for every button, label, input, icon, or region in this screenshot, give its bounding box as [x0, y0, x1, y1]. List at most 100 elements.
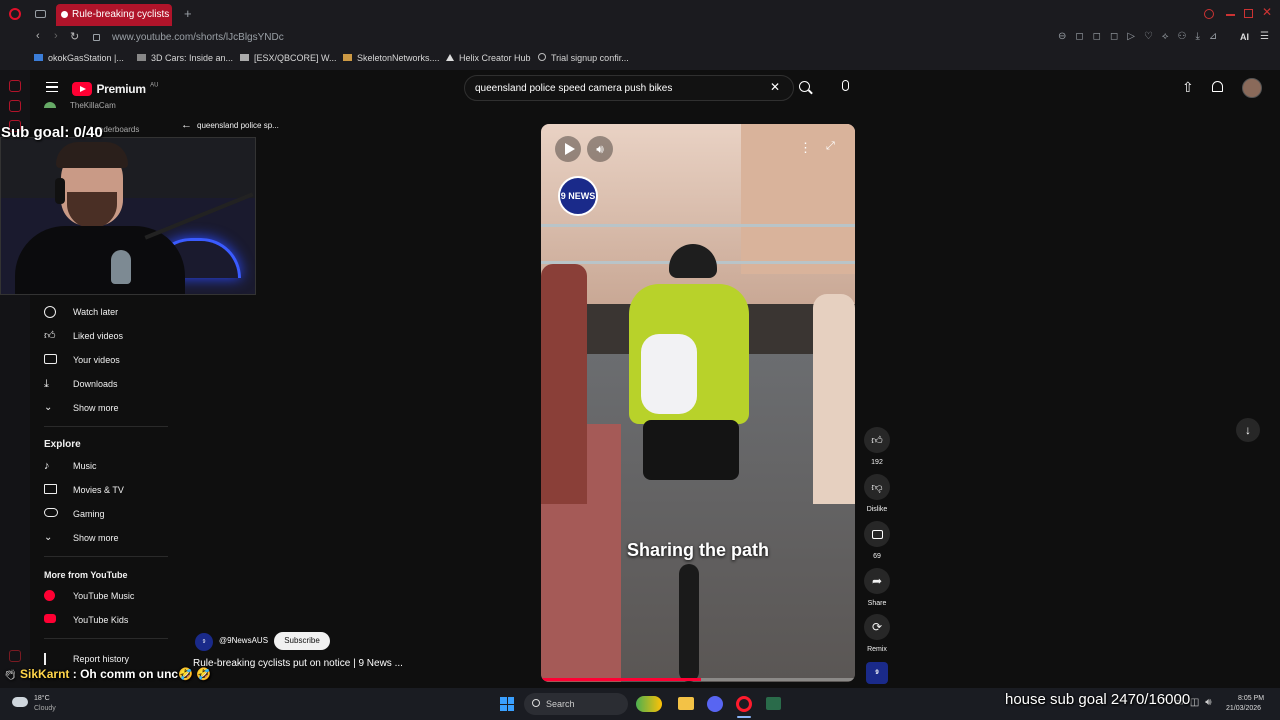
tab-title: Rule-breaking cyclists put [72, 9, 172, 20]
bookmark-item[interactable]: Helix Creator Hub [446, 53, 531, 63]
tab-menu-icon[interactable] [35, 10, 46, 18]
remix-label: Remix [867, 646, 887, 653]
back-icon[interactable]: ‹ [36, 30, 40, 42]
cyclist-backpack [641, 334, 697, 414]
bookmark-item[interactable]: [ESX/QBCORE] W... [240, 53, 337, 63]
explore-heading: Explore [44, 439, 81, 450]
back-to-search-link[interactable]: ← queensland police sp... [181, 119, 279, 131]
upload-icon[interactable]: ⇧ [1182, 79, 1194, 96]
video-progress-bar[interactable] [541, 678, 855, 681]
search-query: queensland police speed camera push bike… [475, 83, 673, 94]
ai-button[interactable]: AI [1240, 32, 1249, 42]
avatar[interactable] [1242, 78, 1262, 98]
reload-icon[interactable]: ↻ [70, 30, 79, 43]
short-video-player[interactable]: 🔊︎ ⋮ ⤢ 9 NEWS Sharing the path [541, 124, 855, 682]
thumbs-down-icon: 👎︎ [871, 481, 883, 494]
sub-goal-text: Sub goal: 0/40 [1, 124, 103, 141]
short-title[interactable]: Rule-breaking cyclists put on notice | 9… [193, 658, 403, 669]
microphone-icon[interactable] [842, 80, 849, 91]
notifications-bell-icon[interactable] [1212, 81, 1223, 92]
hamburger-menu-icon[interactable] [46, 82, 58, 92]
dislike-button[interactable]: 👎︎ Dislike [862, 474, 892, 513]
bookmark-item[interactable]: okokGasStation |... [34, 53, 124, 63]
weather-condition: Cloudy [34, 705, 56, 712]
video-progress-fill [541, 678, 702, 681]
streamer-headphones-icon [55, 178, 65, 204]
sidebar-app-icon[interactable] [9, 650, 21, 662]
menu-icon[interactable]: ☰ [1260, 31, 1269, 42]
search-input[interactable]: queensland police speed camera push bike… [464, 75, 794, 101]
cyclist-shorts [643, 420, 739, 480]
video-play-button[interactable] [555, 136, 581, 162]
new-tab-icon[interactable]: + [184, 6, 192, 21]
pigeon-figure [111, 250, 131, 284]
chat-badge-icon: 👏︎ [4, 670, 17, 681]
search-icon [532, 699, 540, 707]
chat-username: SikKarnt [20, 667, 70, 681]
clock-time[interactable]: 8:05 PM [1238, 695, 1264, 702]
more-from-youtube-heading: More from YouTube [44, 570, 128, 580]
remix-button[interactable]: ⟳ Remix [862, 614, 892, 653]
windows-start-icon[interactable] [500, 697, 514, 711]
opera-icon[interactable] [736, 696, 752, 712]
youtube-play-icon [72, 81, 92, 96]
youtube-music-icon [44, 590, 55, 601]
comment-count: 69 [873, 553, 881, 560]
chevron-down-icon: ⌄ [44, 402, 53, 413]
dislike-label: Dislike [866, 506, 888, 513]
channel-avatar[interactable]: 9 [195, 633, 213, 651]
subscribe-button[interactable]: Subscribe [274, 632, 330, 650]
channel-sound-thumbnail[interactable]: 9 [866, 662, 888, 684]
sidebar-item-partial[interactable]: TheKillaCam [44, 101, 116, 110]
clear-search-icon[interactable]: ✕ [770, 80, 780, 94]
bookmarks-bar: okokGasStation |... 3D Cars: Inside an..… [0, 48, 1280, 70]
comments-button[interactable]: 69 [862, 521, 892, 560]
play-icon [565, 143, 575, 155]
bookmark-item[interactable]: SkeletonNetworks.... [343, 53, 440, 63]
tab-favicon-icon [61, 11, 68, 18]
weather-temp: 18°C [34, 695, 50, 702]
remix-icon: ⟳ [871, 620, 883, 634]
bookmark-item[interactable]: Trial signup confir... [538, 53, 629, 63]
pedestrian-left [541, 264, 587, 504]
tab-search-icon[interactable] [1204, 9, 1214, 19]
address-bar: ‹ › ↻ www.youtube.com/shorts/lJcBlgsYNDc… [0, 28, 1280, 48]
terminal-icon[interactable] [766, 697, 781, 710]
arrow-left-icon: ← [181, 119, 192, 131]
opera-logo-icon[interactable] [9, 8, 21, 20]
bookmark-item[interactable]: 3D Cars: Inside an... [137, 53, 233, 63]
minimize-icon[interactable] [1226, 14, 1235, 16]
volume-button[interactable]: 🔊︎ [587, 136, 613, 162]
next-short-button[interactable]: ↓ [1236, 418, 1260, 442]
more-options-icon[interactable]: ⋮ [799, 140, 812, 156]
close-window-icon[interactable]: ✕ [1262, 5, 1272, 19]
thumbs-up-icon: 👍︎ [871, 434, 883, 447]
sidebar-divider [44, 556, 168, 557]
weather-cloud-icon[interactable] [12, 697, 28, 707]
clock-date[interactable]: 21/03/2026 [1226, 705, 1261, 712]
gamepad-icon [44, 508, 58, 517]
youtube-kids-icon [44, 614, 56, 623]
tab-active[interactable]: Rule-breaking cyclists put [56, 4, 172, 26]
taskbar-search-box[interactable]: Search [524, 693, 628, 715]
discord-icon[interactable] [707, 696, 723, 712]
logo-region: AU [150, 82, 159, 89]
url-field[interactable]: www.youtube.com/shorts/lJcBlgsYNDc [112, 32, 284, 43]
file-explorer-icon[interactable] [678, 697, 694, 710]
arrow-down-icon: ↓ [1245, 423, 1251, 437]
sidebar-app-icon[interactable] [9, 100, 21, 112]
widgets-icon[interactable] [636, 696, 662, 712]
like-button[interactable]: 👍︎ 192 [862, 427, 892, 466]
share-button[interactable]: ➦ Share [862, 568, 892, 607]
fullscreen-icon[interactable]: ⤢ [826, 140, 835, 153]
sidebar-app-icon[interactable] [9, 80, 21, 92]
maximize-icon[interactable] [1244, 9, 1253, 18]
volume-icon: 🔊︎ [596, 142, 604, 156]
channel-handle[interactable]: @9NewsAUS [219, 636, 268, 645]
forward-icon[interactable]: › [54, 30, 58, 42]
music-note-icon: ♪ [44, 460, 50, 472]
youtube-logo[interactable]: Premium AU [72, 80, 159, 96]
channel-watermark-logo: 9 NEWS [558, 176, 598, 216]
chevron-down-icon: ⌄ [44, 532, 53, 543]
streamer-hair [56, 142, 128, 168]
